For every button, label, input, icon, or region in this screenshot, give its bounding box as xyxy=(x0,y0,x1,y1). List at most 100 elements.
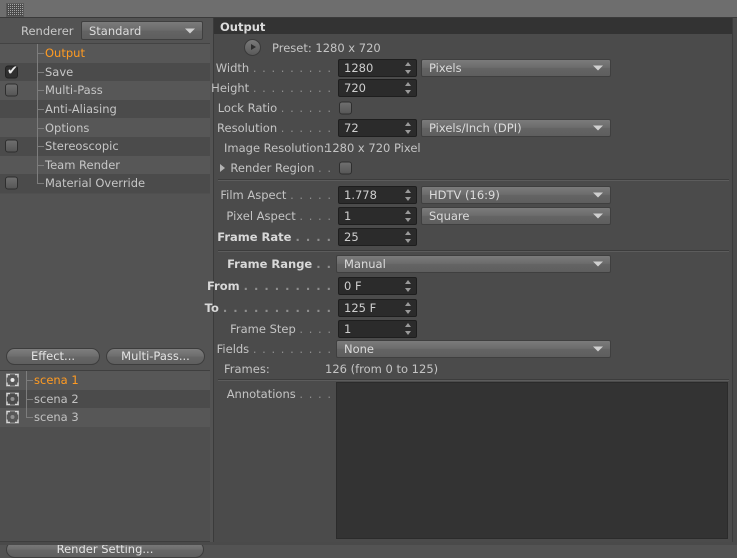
sidebar-item-multi-pass[interactable]: Multi-Pass xyxy=(0,81,210,100)
right-edge-strip xyxy=(732,18,737,545)
from-stepper[interactable] xyxy=(405,280,412,292)
render-target-icon[interactable] xyxy=(6,373,19,387)
frame-rate-value: 25 xyxy=(344,230,359,244)
sidebar-item-label: Material Override xyxy=(45,176,146,191)
lock-ratio-checkbox[interactable] xyxy=(339,101,352,115)
divider-2 xyxy=(218,250,729,252)
chevron-down-icon xyxy=(593,213,603,219)
left-button-row: Effect... Multi-Pass... xyxy=(0,346,210,368)
frame-rate-input[interactable]: 25 xyxy=(338,228,417,246)
chevron-down-icon xyxy=(593,125,603,131)
tree-checkbox-cell xyxy=(0,44,28,63)
film-aspect-label: Film Aspect . . . . . xyxy=(220,188,332,202)
frame-step-stepper[interactable] xyxy=(405,323,412,335)
pixel-aspect-value: 1 xyxy=(344,209,352,223)
render-target-icon[interactable] xyxy=(6,410,19,424)
to-stepper[interactable] xyxy=(405,302,412,314)
render-settings-tree[interactable]: Output ✔ Save Multi-Pass Anti-Aliasing Option… xyxy=(0,43,210,194)
resolution-unit-value: Pixels/Inch (DPI) xyxy=(429,121,522,135)
frame-step-input[interactable]: 1 xyxy=(338,320,417,338)
pixel-aspect-label: Pixel Aspect . . . . xyxy=(226,209,332,223)
width-unit-dropdown[interactable]: Pixels xyxy=(421,59,611,77)
chevron-down-icon xyxy=(593,65,603,71)
renderer-dropdown[interactable]: Standard xyxy=(81,21,203,40)
render-region-label: Render Region . . xyxy=(230,161,332,175)
chevron-down-icon xyxy=(593,192,603,198)
render-target-icon[interactable] xyxy=(6,392,19,406)
pixel-aspect-preset-dropdown[interactable]: Square xyxy=(421,207,611,225)
left-column: Renderer Standard Output ✔ Save Multi-Pass A… xyxy=(0,18,210,558)
tree-checkbox-unchecked[interactable] xyxy=(5,83,18,97)
width-value: 1280 xyxy=(344,61,374,75)
frames-label: Frames: xyxy=(224,362,270,376)
width-label: Width . . . . . . . . . xyxy=(215,61,332,75)
height-stepper[interactable] xyxy=(405,82,412,94)
height-input[interactable]: 720 xyxy=(338,79,417,97)
multi-pass-button[interactable]: Multi-Pass... xyxy=(106,348,205,365)
preset-row: Preset: 1280 x 720 xyxy=(214,38,733,58)
from-row: From . . . . . . . . . 0 F xyxy=(207,276,733,296)
chevron-down-icon xyxy=(185,28,195,33)
film-aspect-input[interactable]: 1.778 xyxy=(338,186,417,204)
pixel-aspect-input[interactable]: 1 xyxy=(338,207,417,225)
renderer-dropdown-value: Standard xyxy=(89,23,142,38)
tree-connector-dash xyxy=(26,417,33,419)
resolution-value: 72 xyxy=(344,121,359,135)
sidebar-item-team-render[interactable]: Team Render xyxy=(0,155,210,175)
film-aspect-stepper[interactable] xyxy=(405,189,412,201)
list-item[interactable]: scena 3 xyxy=(0,408,210,427)
sidebar-item-options[interactable]: Options xyxy=(0,118,210,137)
height-value: 720 xyxy=(344,81,366,95)
sidebar-item-output[interactable]: Output xyxy=(0,44,210,63)
resolution-input[interactable]: 72 xyxy=(338,119,417,137)
list-item[interactable]: scena 1 xyxy=(0,371,210,390)
preset-expand-button[interactable] xyxy=(244,39,261,56)
pixel-aspect-row: Pixel Aspect . . . . 1 Square xyxy=(214,206,733,226)
effect-button[interactable]: Effect... xyxy=(6,348,100,365)
from-input[interactable]: 0 F xyxy=(338,277,417,295)
width-row: Width . . . . . . . . . 1280 Pixels xyxy=(214,58,733,78)
sidebar-item-save[interactable]: ✔ Save xyxy=(0,62,210,82)
tree-checkbox-unchecked[interactable] xyxy=(5,176,18,190)
tree-checkbox-cell xyxy=(0,137,28,156)
resolution-row: Resolution . . . . . . 72 Pixels/Inch (D… xyxy=(214,118,733,138)
tree-checkbox-cell: ✔ xyxy=(0,63,28,82)
height-row: Height . . . . . . . . . 720 xyxy=(211,78,733,98)
to-input[interactable]: 125 F xyxy=(338,299,417,317)
resolution-stepper[interactable] xyxy=(405,122,412,134)
tree-checkbox-unchecked[interactable] xyxy=(5,139,18,153)
fields-label: Fields . . . . . . . . . xyxy=(216,342,332,356)
list-item[interactable]: scena 2 xyxy=(0,389,210,409)
frames-row: Frames: 126 (from 0 to 125) xyxy=(214,359,733,379)
tree-checkbox-checked[interactable]: ✔ xyxy=(5,64,18,79)
grip-dots-icon[interactable] xyxy=(6,3,24,17)
film-aspect-preset-dropdown[interactable]: HDTV (16:9) xyxy=(421,186,611,204)
sidebar-item-material-override[interactable]: Material Override xyxy=(0,174,210,193)
list-item-label: scena 3 xyxy=(34,410,79,425)
frame-range-label: Frame Range . . xyxy=(227,257,332,271)
frame-rate-stepper[interactable] xyxy=(405,231,412,243)
annotations-textarea[interactable] xyxy=(336,382,728,539)
sidebar-item-label: Anti-Aliasing xyxy=(45,102,117,117)
frame-step-row: Frame Step . . . . 1 xyxy=(214,319,733,339)
preset-label: Preset: 1280 x 720 xyxy=(272,41,381,55)
sidebar-item-label: Options xyxy=(45,120,90,135)
lock-ratio-row: Lock Ratio . . . . . . xyxy=(214,98,733,118)
width-stepper[interactable] xyxy=(405,62,412,74)
tree-connector-dash xyxy=(37,53,44,55)
to-label: To . . . . . . . . . . . xyxy=(204,301,332,315)
window-titlebar xyxy=(0,0,737,18)
pixel-aspect-stepper[interactable] xyxy=(405,210,412,222)
from-label: From . . . . . . . . . xyxy=(206,279,332,293)
render-region-row: Render Region . . xyxy=(214,158,733,178)
sidebar-item-anti-aliasing[interactable]: Anti-Aliasing xyxy=(0,99,210,119)
tree-checkbox-cell xyxy=(0,118,28,137)
fields-dropdown[interactable]: None xyxy=(336,340,611,358)
render-region-checkbox[interactable] xyxy=(339,161,352,175)
resolution-unit-dropdown[interactable]: Pixels/Inch (DPI) xyxy=(421,119,611,137)
scene-list[interactable]: scena 1 scena 2 scena 3 xyxy=(0,370,210,542)
film-aspect-preset-value: HDTV (16:9) xyxy=(429,188,500,202)
sidebar-item-stereoscopic[interactable]: Stereoscopic xyxy=(0,136,210,156)
width-input[interactable]: 1280 xyxy=(338,59,417,77)
frame-range-dropdown[interactable]: Manual xyxy=(336,255,611,273)
